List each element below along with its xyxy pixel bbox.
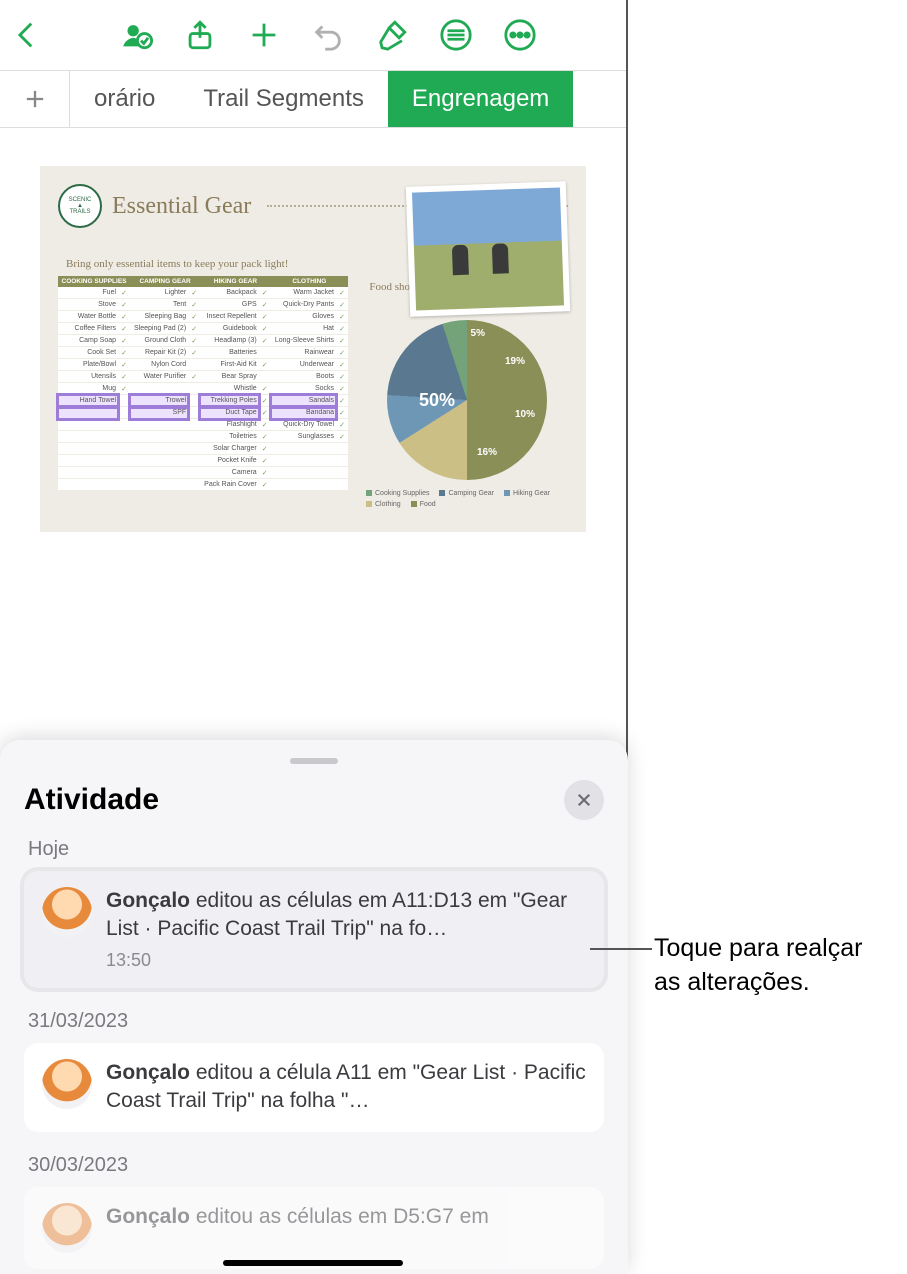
device-frame: orário Trail Segments Engrenagem SCENIC▲…: [0, 0, 628, 1274]
close-icon[interactable]: [564, 780, 604, 820]
callout-line: [590, 948, 652, 950]
share-icon[interactable]: [183, 18, 217, 52]
avatar: [42, 887, 92, 937]
toolbar: [0, 0, 626, 70]
sheet-tabs: orário Trail Segments Engrenagem: [0, 70, 626, 128]
sheet-content: SCENIC▲TRAILS Essential Gear Bring only …: [40, 166, 586, 532]
add-sheet-button[interactable]: [0, 71, 70, 127]
pie-label: 50%: [419, 390, 455, 411]
pie-label: 10%: [515, 409, 535, 420]
activity-item[interactable]: Gonçalo editou as células em D5:G7 em: [24, 1187, 604, 1269]
tab-engrenagem[interactable]: Engrenagem: [388, 71, 573, 127]
chart-legend: Cooking Supplies Camping Gear Hiking Gea…: [366, 490, 568, 508]
insert-icon[interactable]: [439, 18, 473, 52]
pie-chart: 50% 16% 10% 19% 5%: [387, 320, 547, 480]
spreadsheet-canvas[interactable]: SCENIC▲TRAILS Essential Gear Bring only …: [0, 128, 626, 570]
trails-badge-icon: SCENIC▲TRAILS: [58, 184, 102, 228]
pie-label: 5%: [471, 328, 485, 339]
pie-label: 16%: [477, 447, 497, 458]
avatar: [42, 1203, 92, 1253]
callout-text: Toque para realçar as alterações.: [654, 932, 894, 1000]
drag-handle[interactable]: [290, 758, 338, 764]
hikers-photo: [406, 181, 570, 317]
activity-panel: Atividade Hoje Gonçalo editou as células …: [0, 740, 628, 1274]
add-icon[interactable]: [247, 18, 281, 52]
more-icon[interactable]: [503, 18, 537, 52]
undo-icon: [311, 18, 345, 52]
back-icon[interactable]: [10, 18, 44, 52]
activity-item[interactable]: Gonçalo editou as células em A11:D13 em …: [24, 871, 604, 988]
collaboration-icon[interactable]: [119, 18, 153, 52]
page-title: Essential Gear: [112, 193, 251, 220]
gear-table[interactable]: COOKING SUPPLIESCAMPING GEARHIKING GEARC…: [58, 276, 348, 491]
home-indicator[interactable]: [223, 1260, 403, 1266]
tab-trail-segments[interactable]: Trail Segments: [179, 71, 388, 127]
format-brush-icon[interactable]: [375, 18, 409, 52]
activity-time: 13:50: [106, 948, 586, 972]
activity-section-label: 30/03/2023: [28, 1154, 604, 1177]
avatar: [42, 1059, 92, 1109]
tab-horario[interactable]: orário: [70, 71, 179, 127]
activity-section-label: Hoje: [28, 838, 604, 861]
pie-label: 19%: [505, 356, 525, 367]
activity-section-label: 31/03/2023: [28, 1010, 604, 1033]
activity-item[interactable]: Gonçalo editou a célula A11 em "Gear Lis…: [24, 1043, 604, 1132]
activity-title: Atividade: [24, 783, 159, 817]
